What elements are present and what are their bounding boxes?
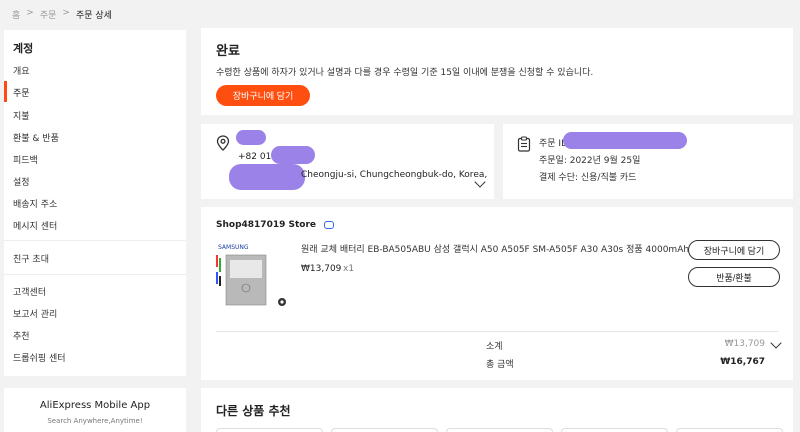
account-sidebar: 계정 개요 주문 지불 환불 & 반품 피드백 설정 배송지 주소 메시지 센터… bbox=[4, 30, 186, 376]
sidebar-item-shipping-address[interactable]: 배송지 주소 bbox=[13, 197, 57, 210]
subtotal-value: ₩13,709 bbox=[724, 339, 765, 349]
recommend-cards bbox=[216, 428, 783, 432]
sidebar-item-invite-friends[interactable]: 친구 초대 bbox=[13, 252, 49, 265]
subtotal-label: 소계 bbox=[486, 342, 503, 352]
recommend-card[interactable] bbox=[561, 428, 668, 432]
sidebar-item-orders[interactable]: 주문 bbox=[13, 86, 30, 99]
section-divider bbox=[216, 331, 778, 332]
sidebar-title: 계정 bbox=[13, 42, 34, 55]
recipient-city: Cheongju-si, Chungcheongbuk-do, Korea, bbox=[301, 170, 488, 180]
total-label: 총 금액 bbox=[486, 360, 514, 370]
sidebar-item-overview[interactable]: 개요 bbox=[13, 64, 30, 77]
breadcrumb-current: 주문 상세 bbox=[75, 11, 112, 21]
return-refund-button[interactable]: 반품/환불 bbox=[688, 267, 780, 287]
recommend-card[interactable] bbox=[216, 428, 323, 432]
redacted-address bbox=[229, 164, 305, 190]
sidebar-item-settings[interactable]: 설정 bbox=[13, 175, 30, 188]
breadcrumb: 홈 > 주문 > 주문 상세 bbox=[12, 8, 112, 21]
recommend-title: 다른 상품 추천 bbox=[216, 404, 291, 418]
app-promo-subtitle: Search Anywhere,Anytime! bbox=[47, 417, 143, 425]
breadcrumb-separator: > bbox=[26, 8, 34, 18]
store-header: Shop4817019 Store bbox=[216, 220, 334, 230]
recommendations-section: 다른 상품 추천 bbox=[201, 388, 793, 432]
order-items-card: Shop4817019 Store SAMSUNG 원래 교체 배터리 EB-B… bbox=[201, 207, 793, 380]
recommend-card[interactable] bbox=[446, 428, 553, 432]
status-title: 완료 bbox=[216, 44, 240, 59]
active-indicator bbox=[4, 81, 7, 102]
recommend-card[interactable] bbox=[331, 428, 438, 432]
order-date: 주문일: 2022년 9월 25일 bbox=[539, 156, 641, 166]
product-quantity: x1 bbox=[343, 264, 355, 274]
redacted-name bbox=[236, 130, 266, 145]
sidebar-item-help-center[interactable]: 고객센터 bbox=[13, 285, 46, 298]
recommend-card[interactable] bbox=[676, 428, 783, 432]
breadcrumb-home[interactable]: 홈 bbox=[12, 8, 20, 21]
shipping-address-card: +82 010 Cheongju-si, Chungcheongbuk-do, … bbox=[201, 124, 494, 199]
sidebar-item-message-center[interactable]: 메시지 센터 bbox=[13, 219, 57, 232]
store-name[interactable]: Shop4817019 Store bbox=[216, 220, 316, 230]
status-message: 수령한 상품에 하자가 있거나 설명과 다를 경우 수령일 기준 15일 이내에… bbox=[216, 68, 594, 78]
order-status-card: 완료 수령한 상품에 하자가 있거나 설명과 다를 경우 수령일 기준 15일 … bbox=[201, 28, 793, 115]
add-to-cart-button[interactable]: 장바구니에 담기 bbox=[216, 85, 310, 106]
product-price: ₩13,709 bbox=[301, 264, 342, 274]
product-name[interactable]: 원래 교체 배터리 EB-BA505ABU 삼성 갤럭시 A50 A505F S… bbox=[301, 242, 701, 255]
sidebar-item-dropshipping[interactable]: 드롭쉬핑 센터 bbox=[13, 351, 66, 364]
sidebar-item-report-management[interactable]: 보고서 관리 bbox=[13, 307, 57, 320]
chat-icon[interactable] bbox=[324, 221, 334, 229]
redacted-phone bbox=[271, 146, 315, 164]
product-image[interactable]: SAMSUNG bbox=[214, 240, 296, 312]
sidebar-item-refunds[interactable]: 환불 & 반품 bbox=[13, 131, 59, 144]
order-info-card: 주문 ID 주문일: 2022년 9월 25일 결제 수단: 신용/직불 카드 bbox=[503, 124, 793, 199]
app-promo-title: AliExpress Mobile App bbox=[39, 400, 151, 411]
total-value: ₩16,767 bbox=[720, 357, 765, 367]
payment-method: 결제 수단: 신용/직불 카드 bbox=[539, 173, 637, 183]
item-add-to-cart-button[interactable]: 장바구니에 담기 bbox=[688, 240, 780, 260]
product-image-brand: SAMSUNG bbox=[218, 244, 249, 251]
breadcrumb-separator: > bbox=[62, 8, 70, 18]
sidebar-item-payment[interactable]: 지불 bbox=[13, 109, 30, 122]
redacted-order-id bbox=[563, 132, 687, 149]
sidebar-item-recommend[interactable]: 추천 bbox=[13, 329, 30, 342]
chevron-down-icon[interactable] bbox=[770, 337, 782, 349]
sidebar-item-feedback[interactable]: 피드백 bbox=[13, 153, 38, 166]
location-pin-icon bbox=[216, 135, 230, 151]
mobile-app-promo[interactable]: AliExpress Mobile App Search Anywhere,An… bbox=[4, 388, 186, 432]
sidebar-divider bbox=[4, 274, 186, 275]
breadcrumb-orders[interactable]: 주문 bbox=[40, 8, 57, 21]
clipboard-icon bbox=[517, 136, 531, 152]
sidebar-divider bbox=[4, 240, 186, 241]
